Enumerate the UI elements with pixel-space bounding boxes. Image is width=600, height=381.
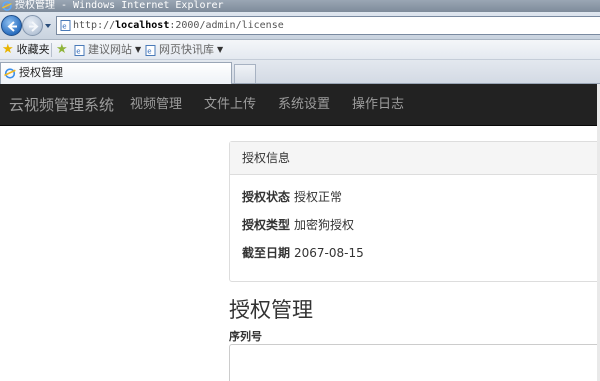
history-dropdown-icon[interactable] [44,22,52,30]
nav-link-video-management[interactable]: 视频管理 [130,84,182,126]
ie-tab-icon [4,68,16,79]
license-type-label: 授权类型 [242,218,291,232]
url-host: localhost [115,20,170,31]
favorite-item-label: 建议网站 [88,43,132,56]
serial-number-label: 序列号 [229,330,262,343]
favorite-item-web-slice-gallery[interactable]: e 网页快讯库 ▼ [145,40,223,60]
svg-text:e: e [76,47,80,55]
section-title: 授权管理 [229,298,313,322]
favorites-label: 收藏夹 [16,43,50,56]
back-arrow-icon [7,21,17,32]
favorites-bar: ★ 收藏夹 ★ e 建议网站 ▼ e 网页快讯库 ▼ [0,40,600,60]
tab-title: 授权管理 [19,66,63,79]
address-bar[interactable]: e http://localhost:2000/admin/license [56,16,600,35]
ie-page-icon: e [74,44,85,56]
tab-bar: 授权管理 [0,60,600,84]
favorites-divider [51,43,52,57]
svg-text:e: e [62,23,66,31]
chevron-down-icon: ▼ [217,45,224,54]
nav-link-system-settings[interactable]: 系统设置 [278,84,330,126]
add-favorites-icon[interactable]: ★ [56,40,68,60]
license-status-value: 授权正常 [294,190,343,204]
license-type-value: 加密狗授权 [294,218,355,232]
expiry-date-value: 2067-08-15 [294,246,364,260]
svg-text:e: e [147,47,151,55]
expiry-date-label: 截至日期 [242,246,291,260]
app-navbar: 云视频管理系统 视频管理 文件上传 系统设置 操作日志 [0,84,600,126]
favorite-item-suggested-sites[interactable]: e 建议网站 ▼ [74,40,141,60]
url-path: :2000/admin/license [169,20,284,31]
chevron-down-icon: ▼ [135,45,142,54]
new-tab-button[interactable] [234,64,256,83]
ie-page-icon: e [145,44,156,56]
back-button[interactable] [1,15,22,36]
license-status-row: 授权状态 授权正常 [242,188,342,205]
expiry-date-row: 截至日期 2067-08-15 [242,244,364,261]
window-title: 授权管理 [15,0,55,11]
nav-link-operation-log[interactable]: 操作日志 [352,84,404,126]
add-star-icon: ★ [56,42,68,57]
panel-heading: 授权信息 [230,142,600,175]
favorites-button[interactable]: ★ 收藏夹 [2,40,50,60]
address-toolbar: e http://localhost:2000/admin/license [0,12,600,40]
forward-button[interactable] [22,15,43,36]
license-info-panel: 授权信息 授权状态 授权正常 授权类型 加密狗授权 截至日期 2067-08-15 [229,141,600,282]
forward-arrow-icon [29,21,39,32]
serial-number-input[interactable] [229,344,600,381]
nav-link-file-upload[interactable]: 文件上传 [204,84,256,126]
star-icon: ★ [2,42,14,57]
brand-link[interactable]: 云视频管理系统 [9,84,114,126]
favorite-item-label: 网页快讯库 [159,43,214,56]
ie-logo-icon [2,1,12,11]
window-title-bar: 授权管理 - Windows Internet Explorer [0,0,600,12]
window-title-suffix: - Windows Internet Explorer [55,0,224,11]
license-status-label: 授权状态 [242,190,291,204]
license-type-row: 授权类型 加密狗授权 [242,216,354,233]
page-icon: e [60,20,71,31]
tab-license[interactable]: 授权管理 [0,62,232,84]
url-prefix: http:// [73,20,116,31]
